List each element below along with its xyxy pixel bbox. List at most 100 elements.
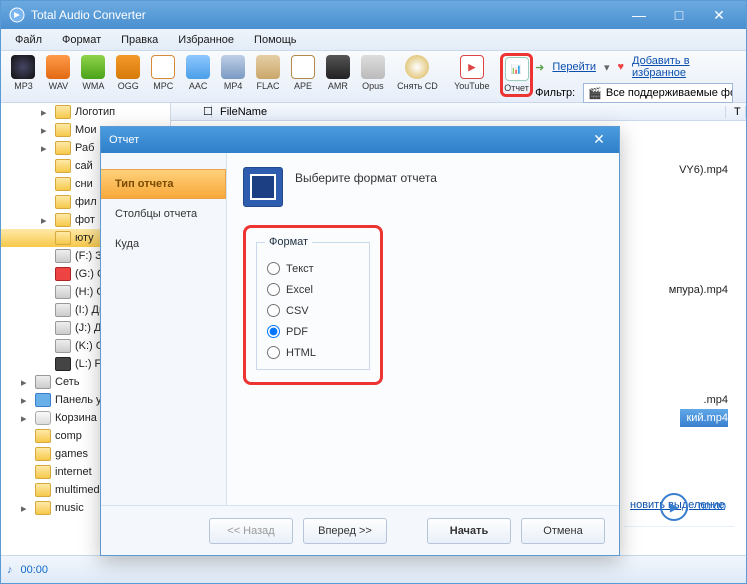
dialog-steps-nav: Тип отчета Столбцы отчета Куда — [101, 153, 227, 505]
menu-favorites[interactable]: Избранное — [170, 31, 242, 49]
folder-icon — [55, 177, 71, 191]
radio-input[interactable] — [267, 325, 280, 338]
folder-icon — [55, 105, 71, 119]
tree-item-label: comp — [55, 430, 82, 442]
heart-icon: ♥ — [618, 61, 625, 73]
tree-item-label: Раб — [75, 142, 94, 154]
close-button[interactable]: ✕ — [700, 4, 738, 26]
tool-amr[interactable]: AMR — [321, 53, 354, 93]
expand-icon: ▸ — [41, 214, 51, 227]
format-option-excel[interactable]: Excel — [267, 283, 361, 296]
tool-flac[interactable]: FLAC — [252, 53, 285, 93]
expand-icon: ▸ — [21, 502, 31, 515]
statusbar: ♪ 00:00 — [1, 555, 746, 583]
step-report-columns[interactable]: Столбцы отчета — [101, 199, 226, 229]
drive-icon — [55, 339, 71, 353]
format-label: PDF — [286, 326, 308, 338]
checkbox-column: ☐ — [195, 105, 212, 118]
format-label: HTML — [286, 347, 316, 359]
tool-wav[interactable]: WAV — [42, 53, 75, 93]
step-destination[interactable]: Куда — [101, 229, 226, 259]
menubar: Файл Формат Правка Избранное Помощь — [1, 29, 746, 51]
play-icon — [46, 55, 70, 79]
radio-input[interactable] — [267, 304, 280, 317]
apple-icon — [186, 55, 210, 79]
status-music-icon: ♪ — [7, 564, 13, 576]
tree-item-label: юту — [75, 232, 94, 244]
tree-item-label: сни — [75, 178, 93, 190]
player-time: 00:00 — [698, 501, 726, 513]
last-column[interactable]: Т — [726, 106, 746, 118]
radio-input[interactable] — [267, 262, 280, 275]
file-row[interactable]: мпура).mp4 — [663, 281, 728, 299]
menu-help[interactable]: Помощь — [246, 31, 305, 49]
minimize-button[interactable]: — — [620, 4, 658, 26]
tool-mp3[interactable]: MP3 — [7, 53, 40, 93]
filter-label: Фильтр: — [535, 87, 575, 99]
dialog-close-button[interactable]: ✕ — [587, 131, 611, 149]
file-name: кий.mp4 — [686, 412, 728, 424]
favorite-link[interactable]: Добавить в избранное — [632, 55, 740, 79]
tool-youtube[interactable]: ▶YouTube — [446, 53, 498, 93]
expand-icon: ▸ — [41, 142, 51, 155]
play-button[interactable]: ▶ — [660, 493, 688, 521]
tree-item-label: Корзина — [55, 412, 97, 424]
tool-mpc[interactable]: MPC — [147, 53, 180, 93]
blue-icon — [35, 393, 51, 407]
goto-link[interactable]: Перейти — [552, 61, 596, 73]
tool-ogg[interactable]: OGG — [112, 53, 145, 93]
cancel-button[interactable]: Отмена — [521, 518, 605, 544]
dialog-title: Отчет — [109, 134, 139, 146]
format-option-pdf[interactable]: PDF — [267, 325, 361, 338]
opus-icon — [361, 55, 385, 79]
tool-mp4[interactable]: MP4 — [217, 53, 250, 93]
tool-rip-cd[interactable]: Снять CD — [391, 53, 443, 93]
tree-item-label: фил — [75, 196, 97, 208]
dark-icon — [55, 357, 71, 371]
clapper-icon — [221, 55, 245, 79]
fish-icon — [116, 55, 140, 79]
file-row[interactable]: кий.mp4 — [680, 409, 728, 427]
tool-aac[interactable]: AAC — [182, 53, 215, 93]
tool-ape[interactable]: APE — [287, 53, 320, 93]
format-option-текст[interactable]: Текст — [267, 262, 361, 275]
report-dialog: Отчет ✕ Тип отчета Столбцы отчета Куда В… — [100, 126, 620, 556]
tree-item-label: internet — [55, 466, 92, 478]
expand-icon: ▸ — [21, 376, 31, 389]
tree-item-label: Логотип — [75, 106, 115, 118]
drive-icon — [55, 285, 71, 299]
format-group-highlight: Формат ТекстExcelCSVPDFHTML — [243, 225, 383, 385]
wave-icon — [151, 55, 175, 79]
filter-combo[interactable]: 🎬 Все поддерживаемые фо — [583, 83, 733, 103]
mic-icon — [326, 55, 350, 79]
tree-item-label: Мои — [75, 124, 97, 136]
violin-icon — [291, 55, 315, 79]
file-row[interactable]: VY6).mp4 — [673, 161, 728, 179]
menu-file[interactable]: Файл — [7, 31, 50, 49]
start-button[interactable]: Начать — [427, 518, 511, 544]
menu-format[interactable]: Формат — [54, 31, 109, 49]
next-button[interactable]: Вперед >> — [303, 518, 387, 544]
save-icon — [243, 167, 283, 207]
radio-input[interactable] — [267, 346, 280, 359]
format-option-html[interactable]: HTML — [267, 346, 361, 359]
tool-wma[interactable]: WMA — [77, 53, 110, 93]
filename-column[interactable]: FileName — [212, 106, 726, 118]
file-row[interactable]: .mp4 — [698, 391, 728, 409]
radio-input[interactable] — [267, 283, 280, 296]
menu-edit[interactable]: Правка — [113, 31, 166, 49]
dialog-footer: << Назад Вперед >> Начать Отмена — [101, 505, 619, 555]
tree-item[interactable]: ▸Логотип — [1, 103, 170, 121]
maximize-button[interactable]: □ — [660, 4, 698, 26]
drive-icon — [55, 303, 71, 317]
tool-report[interactable]: 📊Отчет — [500, 53, 533, 97]
step-report-type[interactable]: Тип отчета — [101, 169, 226, 199]
tree-item-label: music — [55, 502, 84, 514]
tool-opus[interactable]: Opus — [356, 53, 389, 93]
bin-icon — [35, 411, 51, 425]
list-header[interactable]: ☐ FileName Т — [171, 103, 746, 121]
back-button[interactable]: << Назад — [209, 518, 293, 544]
format-option-csv[interactable]: CSV — [267, 304, 361, 317]
folder-icon — [55, 123, 71, 137]
format-label: Excel — [286, 284, 313, 296]
